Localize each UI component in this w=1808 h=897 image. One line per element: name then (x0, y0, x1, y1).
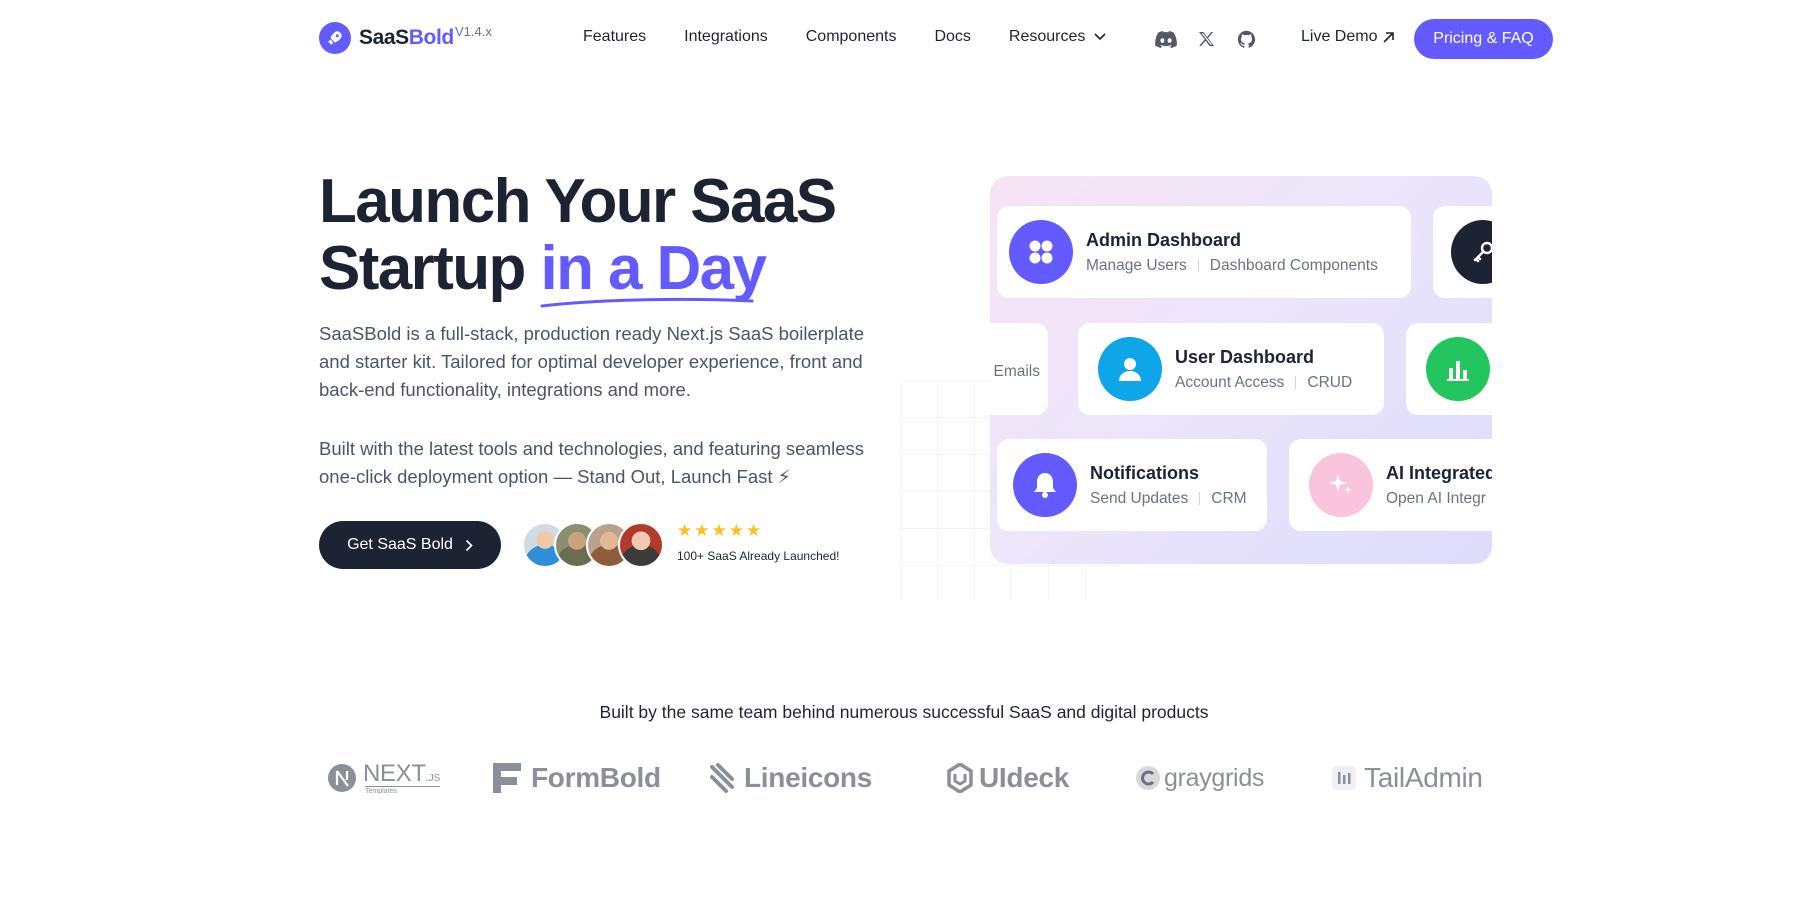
x-twitter-icon[interactable] (1195, 28, 1217, 50)
get-saasbold-button[interactable]: Get SaaS Bold (319, 521, 501, 569)
divider (1199, 492, 1201, 505)
version-badge: V1.4.x (455, 24, 492, 39)
hero-title-line2: Startup (319, 234, 541, 303)
feature-card-sub: CRM (1211, 489, 1247, 507)
feature-card-sub: CRUD (1307, 373, 1353, 391)
chevron-right-icon (465, 539, 473, 551)
nav-resources[interactable]: Resources (1009, 28, 1106, 46)
feature-card-sub: Dashboard Components (1209, 256, 1378, 274)
nav-docs[interactable]: Docs (934, 28, 970, 46)
formbold-mark-icon (493, 763, 521, 793)
feature-card-notifications: Notifications Send Updates CRM (997, 439, 1267, 531)
arrow-up-right-icon (1383, 31, 1395, 43)
feature-card-sub: Account Access (1175, 373, 1285, 391)
feature-card-partial-key (1433, 206, 1492, 298)
grid-icon (1009, 220, 1073, 284)
bar-chart-icon (1426, 337, 1490, 401)
rating-stars: ★ ★ ★ ★ ★ (677, 521, 763, 541)
feature-card-title: User Dashboard (1175, 346, 1315, 367)
nav-integrations[interactable]: Integrations (684, 28, 768, 46)
brand-name: graygrids (1164, 763, 1265, 792)
feature-card-partial-analytics (1406, 323, 1492, 415)
brand-name: TailAdmin (1364, 762, 1483, 793)
nav-features[interactable]: Features (583, 28, 646, 46)
brand-suffix: .JS (425, 772, 441, 784)
feature-card-partial-emails: Emails (990, 323, 1048, 415)
key-icon (1451, 220, 1492, 284)
hero-title: Launch Your SaaS Startup in a Day (319, 167, 879, 308)
main-nav: Features Integrations Components Docs Re… (583, 28, 1106, 46)
divider (1295, 376, 1297, 389)
brand-name: UIdeck (979, 762, 1070, 793)
hero-description-secondary: Built with the latest tools and technolo… (319, 438, 865, 487)
brand-name: NEXT (363, 759, 426, 787)
pricing-faq-button[interactable]: Pricing & FAQ (1414, 19, 1553, 59)
graygrids-mark-icon (1136, 766, 1160, 790)
hero-title-line1: Launch Your SaaS (319, 167, 837, 236)
uideck-logo[interactable]: UIdeck (947, 756, 1069, 800)
nextjs-templates-logo[interactable]: NEXT .JS Templates (327, 756, 441, 800)
github-icon[interactable] (1235, 28, 1257, 50)
saasbold-logo[interactable]: SaaSBold (319, 22, 454, 54)
chevron-down-icon (1094, 33, 1106, 41)
lineicons-logo[interactable]: Lineicons (710, 756, 872, 800)
feature-card-title: Notifications (1090, 462, 1200, 483)
accent-underline-decoration (540, 297, 754, 308)
divider (1197, 259, 1199, 272)
feature-card-admin-dashboard: Admin Dashboard Manage Users Dashboard Co… (997, 206, 1411, 298)
feature-card-sub: Manage Users (1086, 256, 1187, 274)
nav-components[interactable]: Components (806, 28, 897, 46)
avatar (618, 522, 664, 568)
brand-name: Lineicons (744, 762, 872, 793)
hero-title-accent: in a Day (540, 235, 767, 308)
live-demo-label: Live Demo (1301, 28, 1378, 45)
star-icon: ★ (711, 521, 727, 540)
live-demo-link[interactable]: Live Demo (1301, 28, 1395, 46)
nextjs-circle-icon (328, 764, 356, 792)
brand-logos: NEXT .JS Templates FormBold Lineicons UId… (327, 756, 1497, 800)
rocket-icon (319, 22, 351, 54)
logo-wordmark: SaaSBold (359, 26, 454, 49)
user-icon (1098, 337, 1162, 401)
get-saasbold-label: Get SaaS Bold (347, 536, 453, 553)
discord-icon[interactable] (1155, 28, 1177, 50)
nav-resources-label: Resources (1008, 28, 1086, 45)
feature-card-sub: Emails (993, 363, 1040, 380)
feature-card-title: Admin Dashboard (1086, 229, 1242, 250)
customer-avatars (522, 522, 664, 568)
features-panel: Admin Dashboard Manage Users Dashboard Co… (990, 176, 1492, 564)
feature-card-user-dashboard: User Dashboard Account Access CRUD (1078, 323, 1384, 415)
brand-name: FormBold (531, 762, 661, 793)
sparkle-icon (1309, 453, 1373, 517)
feature-card-sub: Send Updates (1090, 489, 1189, 507)
star-icon: ★ (746, 521, 762, 540)
formbold-logo[interactable]: FormBold (493, 756, 661, 800)
brands-heading: Built by the same team behind numerous s… (599, 702, 1209, 722)
feature-card-title: AI Integrated (1386, 462, 1492, 483)
site-header: SaaSBold V1.4.x Features Integrations Co… (0, 0, 1808, 80)
bell-icon (1013, 453, 1077, 517)
graygrids-logo[interactable]: graygrids (1135, 756, 1264, 800)
uideck-mark-icon (947, 763, 973, 793)
star-icon: ★ (694, 521, 710, 540)
star-icon: ★ (728, 521, 744, 540)
tailadmin-mark-icon (1332, 766, 1356, 790)
brand-tagline: Templates (365, 785, 441, 795)
tailadmin-logo[interactable]: TailAdmin (1331, 756, 1483, 800)
social-proof-text: 100+ SaaS Already Launched! (677, 549, 840, 563)
star-icon: ★ (677, 521, 693, 540)
lineicons-mark-icon (710, 763, 734, 793)
hero-description: SaaSBold is a full-stack, production rea… (319, 323, 865, 400)
feature-card-ai-integrated: AI Integrated Open AI Integr (1289, 439, 1492, 531)
feature-card-sub: Open AI Integr (1386, 489, 1486, 507)
social-links (1155, 28, 1275, 50)
